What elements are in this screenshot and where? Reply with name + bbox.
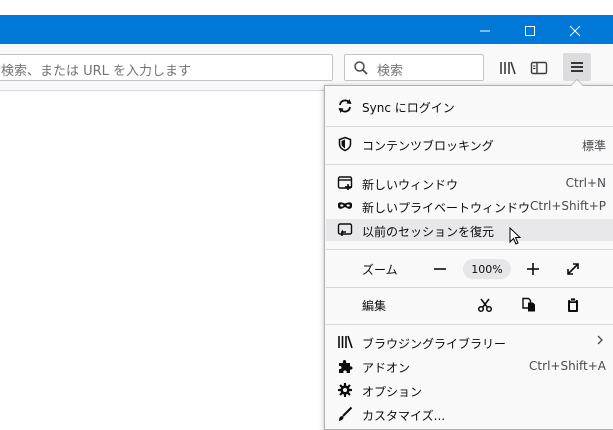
clipboard-icon bbox=[568, 297, 578, 312]
gear-icon bbox=[337, 382, 353, 398]
maximize-icon bbox=[525, 26, 535, 36]
new-window-icon bbox=[337, 175, 353, 191]
menu-item-customize[interactable]: カスタマイズ... bbox=[326, 403, 613, 425]
cut-button[interactable] bbox=[474, 294, 496, 316]
library-button[interactable] bbox=[496, 56, 520, 80]
library-icon bbox=[337, 334, 353, 350]
zoom-out-button[interactable] bbox=[429, 258, 451, 280]
minimize-icon bbox=[480, 30, 490, 32]
menu-separator bbox=[326, 126, 613, 127]
zoom-value: 100% bbox=[471, 262, 503, 276]
content-blocking-value: 標準 bbox=[581, 139, 606, 153]
url-placeholder: 検索、または URL を入力します bbox=[1, 64, 192, 79]
minimize-button[interactable] bbox=[462, 18, 508, 44]
menu-separator bbox=[326, 324, 613, 325]
maximize-button[interactable] bbox=[507, 18, 553, 44]
copy-button[interactable] bbox=[518, 294, 540, 316]
panel-arrow-inner bbox=[571, 80, 583, 86]
new-window-label: 新しいウィンドウ bbox=[362, 178, 459, 192]
library-label: ブラウジングライブラリー bbox=[362, 337, 507, 351]
new-window-shortcut: Ctrl+N bbox=[565, 176, 606, 190]
sync-label: Sync にログイン bbox=[362, 101, 455, 115]
zoom-reset-button[interactable]: 100% bbox=[463, 259, 511, 279]
restore-session-icon bbox=[337, 222, 353, 238]
menu-item-addons[interactable]: アドオン Ctrl+Shift+A bbox=[326, 355, 613, 377]
mouse-cursor-icon bbox=[509, 227, 522, 245]
paintbrush-icon bbox=[337, 406, 353, 422]
menu-item-sync[interactable]: Sync にログイン bbox=[326, 95, 613, 117]
zoom-in-button[interactable] bbox=[522, 258, 544, 280]
search-bar[interactable]: 検索 bbox=[344, 54, 484, 81]
menu-item-content-blocking[interactable]: コンテンツブロッキング 標準 bbox=[326, 133, 613, 155]
fullscreen-button[interactable] bbox=[562, 258, 584, 280]
shield-icon bbox=[337, 136, 353, 152]
options-label: オプション bbox=[362, 385, 423, 399]
close-button[interactable] bbox=[552, 18, 598, 44]
title-bar bbox=[0, 0, 613, 44]
customize-label: カスタマイズ... bbox=[362, 409, 446, 423]
fullscreen-icon bbox=[567, 263, 579, 275]
new-private-window-label: 新しいプライベートウィンドウ bbox=[362, 201, 531, 215]
url-bar[interactable]: 検索、または URL を入力します bbox=[0, 54, 333, 81]
copy-icon bbox=[522, 297, 535, 312]
paste-button[interactable] bbox=[562, 294, 584, 316]
menu-item-new-window[interactable]: 新しいウィンドウ Ctrl+N bbox=[326, 172, 613, 194]
sidebar-icon bbox=[530, 61, 548, 75]
addons-shortcut: Ctrl+Shift+A bbox=[529, 359, 606, 373]
menu-item-restore-session[interactable]: 以前のセッションを復元 bbox=[326, 219, 613, 241]
hamburger-menu-icon bbox=[571, 62, 583, 72]
search-icon bbox=[354, 61, 368, 75]
menu-item-library[interactable]: ブラウジングライブラリー bbox=[326, 331, 613, 353]
menu-edit-row: 編集 bbox=[326, 293, 613, 317]
zoom-label: ズーム bbox=[362, 263, 398, 277]
puzzle-piece-icon bbox=[337, 358, 353, 374]
chevron-right-icon bbox=[596, 333, 604, 350]
scissors-icon bbox=[477, 298, 493, 313]
menu-separator bbox=[326, 287, 613, 288]
content-blocking-label: コンテンツブロッキング bbox=[362, 139, 494, 153]
menu-item-new-private-window[interactable]: 新しいプライベートウィンドウ Ctrl+Shift+P bbox=[326, 195, 613, 217]
close-icon bbox=[569, 25, 581, 37]
minus-icon bbox=[434, 268, 446, 270]
search-placeholder: 検索 bbox=[377, 64, 404, 79]
new-private-window-shortcut: Ctrl+Shift+P bbox=[530, 199, 606, 213]
app-menu-panel: Sync にログイン コンテンツブロッキング 標準 新しいウィンドウ Ctrl+… bbox=[324, 85, 613, 430]
private-mask-icon bbox=[337, 198, 353, 214]
menu-separator bbox=[326, 164, 613, 165]
plus-icon bbox=[527, 263, 539, 275]
addons-label: アドオン bbox=[362, 361, 411, 375]
library-icon bbox=[500, 61, 516, 75]
open-menu-button[interactable] bbox=[563, 53, 591, 81]
menu-separator bbox=[326, 249, 613, 250]
menu-item-options[interactable]: オプション bbox=[326, 379, 613, 401]
title-bar-top-area bbox=[0, 0, 613, 15]
nav-toolbar: 検索、または URL を入力します 検索 bbox=[0, 44, 613, 91]
sync-icon bbox=[337, 98, 353, 114]
restore-session-label: 以前のセッションを復元 bbox=[362, 225, 495, 239]
menu-zoom-row: ズーム 100% bbox=[326, 257, 613, 281]
edit-label: 編集 bbox=[362, 299, 387, 313]
sidebar-button[interactable] bbox=[527, 56, 551, 80]
